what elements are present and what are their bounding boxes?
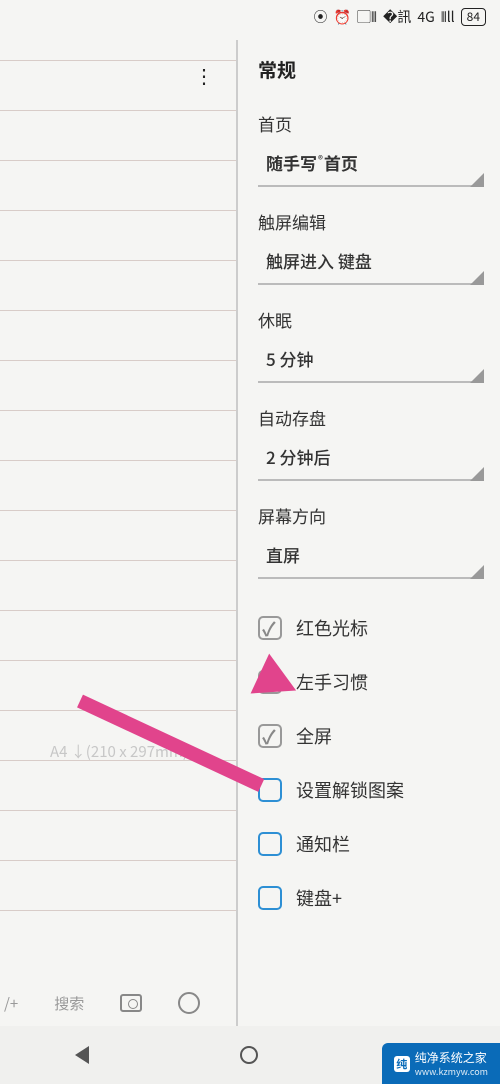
setting-orientation[interactable]: 屏幕方向 直屏 <box>258 503 480 579</box>
record-icon[interactable] <box>178 992 200 1014</box>
settings-panel: 常规 首页 随手写®首页 触屏编辑 触屏进入 键盘 休眠 5 分钟 自动存盘 2… <box>238 34 500 1026</box>
status-bar: ⦿ ⏰ ▢⦀ �訊 4G ⫴ll 84 <box>0 0 500 34</box>
watermark: 纯 纯净系统之家 www.kzmyw.com <box>382 1043 500 1084</box>
setting-label: 自动存盘 <box>258 405 480 430</box>
setting-value[interactable]: 5 分钟 <box>258 340 480 383</box>
checkbox-icon[interactable] <box>258 670 282 694</box>
setting-label: 首页 <box>258 111 480 136</box>
alarm-icon: ⏰ <box>333 7 350 27</box>
settings-title: 常规 <box>258 56 480 83</box>
setting-value[interactable]: 2 分钟后 <box>258 438 480 481</box>
checkbox-label: 设置解锁图案 <box>296 777 404 803</box>
setting-label: 休眠 <box>258 307 480 332</box>
camera-icon[interactable] <box>120 994 142 1012</box>
watermark-logo-icon: 纯 <box>394 1056 410 1072</box>
watermark-title: 纯净系统之家 <box>415 1049 487 1066</box>
battery-level: 84 <box>461 8 486 26</box>
ruled-lines <box>0 60 236 1026</box>
checkbox-label: 红色光标 <box>296 615 368 641</box>
check-red-cursor[interactable]: 红色光标 <box>258 615 480 641</box>
checkbox-icon[interactable] <box>258 724 282 748</box>
setting-label: 触屏编辑 <box>258 209 480 234</box>
check-left-hand[interactable]: 左手习惯 <box>258 669 480 695</box>
setting-touch-edit[interactable]: 触屏编辑 触屏进入 键盘 <box>258 209 480 285</box>
network-type: 4G <box>417 7 434 27</box>
setting-homepage[interactable]: 首页 随手写®首页 <box>258 111 480 187</box>
setting-sleep[interactable]: 休眠 5 分钟 <box>258 307 480 383</box>
checkbox-label: 全屏 <box>296 723 332 749</box>
signal-icon: ⫴ll <box>441 7 455 27</box>
checkbox-icon[interactable] <box>258 886 282 910</box>
setting-value[interactable]: 触屏进入 键盘 <box>258 242 480 285</box>
search-button[interactable]: 搜索 <box>54 993 84 1014</box>
checkbox-icon[interactable] <box>258 778 282 802</box>
vibrate-icon: ▢⦀ <box>357 7 377 27</box>
new-page-button[interactable]: /+ <box>4 993 18 1014</box>
checkbox-label: 通知栏 <box>296 831 350 857</box>
setting-autosave[interactable]: 自动存盘 2 分钟后 <box>258 405 480 481</box>
check-unlock-pattern[interactable]: 设置解锁图案 <box>258 777 480 803</box>
note-canvas[interactable]: ⋮ A4 ↓(210 x 297mm) /+ 搜索 <box>0 34 236 1026</box>
paper-size-label: A4 ↓(210 x 297mm) <box>50 741 188 762</box>
back-button[interactable] <box>75 1046 89 1064</box>
check-keyboard-plus[interactable]: 键盘+ <box>258 885 480 911</box>
home-button[interactable] <box>240 1046 258 1064</box>
nfc-icon: ⦿ <box>313 7 327 27</box>
check-fullscreen[interactable]: 全屏 <box>258 723 480 749</box>
check-notification-bar[interactable]: 通知栏 <box>258 831 480 857</box>
wifi-icon: �訊 <box>383 7 411 27</box>
checkbox-label: 键盘+ <box>296 885 342 911</box>
checkbox-icon[interactable] <box>258 616 282 640</box>
watermark-sub: www.kzmyw.com <box>415 1065 488 1078</box>
checkbox-label: 左手习惯 <box>296 669 368 695</box>
setting-label: 屏幕方向 <box>258 503 480 528</box>
toolbar: /+ 搜索 <box>0 992 236 1014</box>
setting-value[interactable]: 直屏 <box>258 536 480 579</box>
setting-value[interactable]: 随手写®首页 <box>258 144 480 187</box>
checkbox-icon[interactable] <box>258 832 282 856</box>
